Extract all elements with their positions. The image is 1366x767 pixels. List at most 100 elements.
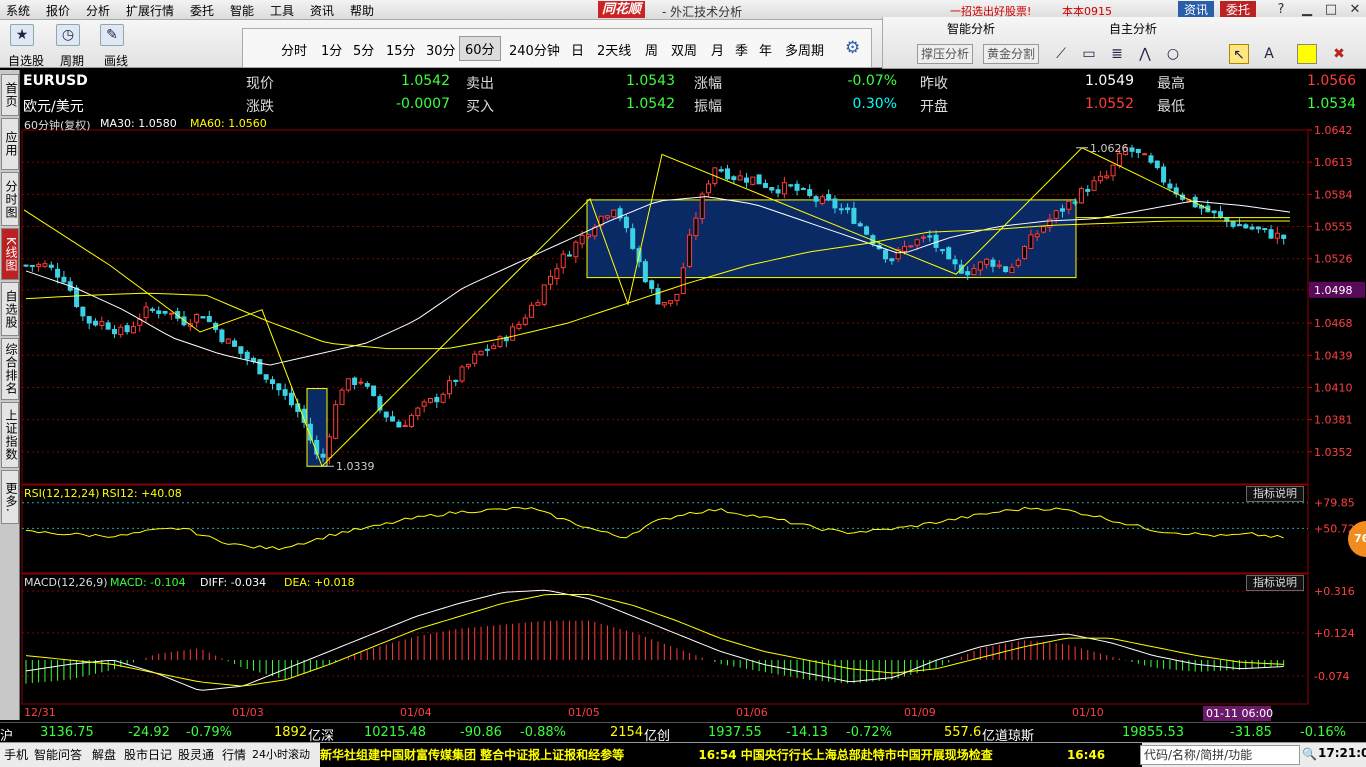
diff-legend-value[interactable]: DIFF: -0.034 bbox=[200, 576, 266, 589]
candle-body bbox=[440, 393, 446, 403]
candle-body bbox=[352, 377, 358, 386]
index-item[interactable]: -0.72% bbox=[846, 725, 892, 740]
candle-body bbox=[478, 350, 484, 356]
candle-body bbox=[238, 346, 244, 354]
main-legend-title: 60分钟(复权) bbox=[24, 119, 91, 132]
candle-body bbox=[851, 207, 857, 224]
candle-body bbox=[484, 348, 490, 351]
candle-body bbox=[706, 183, 712, 194]
index-item[interactable]: 19855.53 bbox=[1122, 725, 1184, 740]
candle-body bbox=[1116, 152, 1122, 167]
candle-body bbox=[554, 268, 560, 280]
index-item[interactable]: -90.86 bbox=[460, 725, 502, 740]
candle-body bbox=[611, 209, 617, 218]
candle-body bbox=[529, 304, 535, 318]
candle-body bbox=[415, 407, 421, 417]
candle-body bbox=[402, 424, 408, 427]
candle-body bbox=[857, 223, 863, 227]
candle-body bbox=[345, 378, 351, 391]
news-ticker[interactable]: 新华社组建中国财富传媒集团 整合中证报上证报和经参等 16:54 中国央行行长上… bbox=[320, 743, 1142, 767]
index-item[interactable]: 557.6 bbox=[944, 725, 981, 740]
chart-canvas[interactable]: 1.0642 1.0613 1.0584 1.0555 1.0526 1.0498 1.04… bbox=[0, 0, 1366, 722]
candle-body bbox=[725, 168, 731, 180]
index-item[interactable]: -24.92 bbox=[128, 725, 170, 740]
price-tick-label: 1.0410 bbox=[1314, 381, 1353, 394]
date-label: 12/31 bbox=[24, 706, 56, 719]
code-search-input[interactable]: 代码/名称/简拼/功能 bbox=[1140, 745, 1300, 765]
macd-tick-label: +0.124 bbox=[1314, 627, 1355, 640]
candle-body bbox=[838, 208, 844, 211]
candle-body bbox=[93, 320, 99, 326]
ma60-legend[interactable]: MA60: 1.0560 bbox=[190, 117, 267, 130]
candle-body bbox=[788, 184, 794, 187]
candle-body bbox=[1015, 259, 1021, 266]
price-tick-label: 1.0381 bbox=[1314, 414, 1353, 427]
candle-body bbox=[99, 321, 105, 326]
candle-body bbox=[124, 325, 130, 333]
candle-body bbox=[269, 379, 275, 385]
candle-body bbox=[383, 411, 389, 418]
index-item[interactable]: -0.16% bbox=[1300, 725, 1346, 740]
candle-body bbox=[680, 267, 686, 295]
candle-body bbox=[661, 301, 667, 306]
price-tick-label: 1.0613 bbox=[1314, 156, 1353, 169]
candle-body bbox=[1154, 160, 1160, 169]
dea-legend-value[interactable]: DEA: +0.018 bbox=[284, 576, 355, 589]
index-item[interactable]: 1892 bbox=[274, 725, 307, 740]
pattern-box bbox=[586, 199, 1077, 279]
candle-body bbox=[952, 259, 958, 265]
current-price-label: 1.0498 bbox=[1314, 284, 1353, 297]
rsi-tick-label: +79.85 bbox=[1314, 497, 1355, 510]
status-diary[interactable]: 股市日记 bbox=[124, 746, 172, 763]
candle-body bbox=[655, 288, 661, 305]
candle-body bbox=[219, 329, 225, 343]
candle-body bbox=[143, 306, 149, 319]
rsi-indicator-help-button[interactable]: 指标说明 bbox=[1246, 486, 1304, 502]
candle-body bbox=[687, 234, 693, 267]
candle-body bbox=[901, 246, 907, 252]
ticker-headline-2[interactable]: 16:54 中国央行行长上海总部赴特市中国开展现场检查 bbox=[698, 748, 992, 762]
ticker-headline-3[interactable]: 16:46 bbox=[1067, 748, 1105, 762]
candle-body bbox=[585, 234, 591, 238]
index-item[interactable]: -0.79% bbox=[186, 725, 232, 740]
candle-body bbox=[1217, 211, 1223, 218]
search-icon[interactable]: 🔍 bbox=[1302, 747, 1317, 761]
candle-body bbox=[1091, 180, 1097, 191]
index-item[interactable]: -31.85 bbox=[1230, 725, 1272, 740]
date-label: 01/03 bbox=[232, 706, 264, 719]
status-quote[interactable]: 行情 bbox=[222, 746, 246, 763]
status-mobile[interactable]: 手机 bbox=[4, 746, 28, 763]
index-item[interactable]: 2154 bbox=[610, 725, 643, 740]
candle-body bbox=[864, 226, 870, 235]
status-gulingtong[interactable]: 股灵通 bbox=[178, 746, 214, 763]
candle-body bbox=[162, 310, 168, 314]
candle-body bbox=[1110, 164, 1116, 177]
macd-legend-value[interactable]: MACD: -0.104 bbox=[110, 576, 186, 589]
price-tick-label: 1.0642 bbox=[1314, 124, 1353, 137]
candle-body bbox=[718, 169, 724, 172]
candle-body bbox=[807, 189, 813, 197]
index-item[interactable]: 3136.75 bbox=[40, 725, 94, 740]
status-24h[interactable]: 24小时滚动 bbox=[252, 746, 310, 762]
candle-body bbox=[889, 258, 895, 262]
index-item[interactable]: -0.88% bbox=[520, 725, 566, 740]
candle-body bbox=[42, 263, 48, 267]
ticker-headline-1[interactable]: 新华社组建中国财富传媒集团 整合中证报上证报和经参等 bbox=[320, 748, 624, 762]
candle-body bbox=[939, 249, 945, 252]
index-item[interactable]: -14.13 bbox=[786, 725, 828, 740]
candle-body bbox=[965, 271, 971, 276]
candle-body bbox=[105, 322, 111, 330]
status-qa[interactable]: 智能问答 bbox=[34, 746, 82, 763]
candle-body bbox=[579, 234, 585, 245]
rsi-legend-value[interactable]: RSI12: +40.08 bbox=[102, 487, 182, 500]
index-item[interactable]: 1937.55 bbox=[708, 725, 762, 740]
candle-body bbox=[36, 263, 42, 267]
candle-body bbox=[1167, 183, 1173, 189]
status-commentary[interactable]: 解盘 bbox=[92, 746, 116, 763]
candle-body bbox=[604, 215, 610, 219]
macd-indicator-help-button[interactable]: 指标说明 bbox=[1246, 575, 1304, 591]
candle-body bbox=[516, 323, 522, 329]
index-item[interactable]: 10215.48 bbox=[364, 725, 426, 740]
candle-body bbox=[535, 302, 541, 306]
ma30-legend[interactable]: MA30: 1.0580 bbox=[100, 117, 177, 130]
